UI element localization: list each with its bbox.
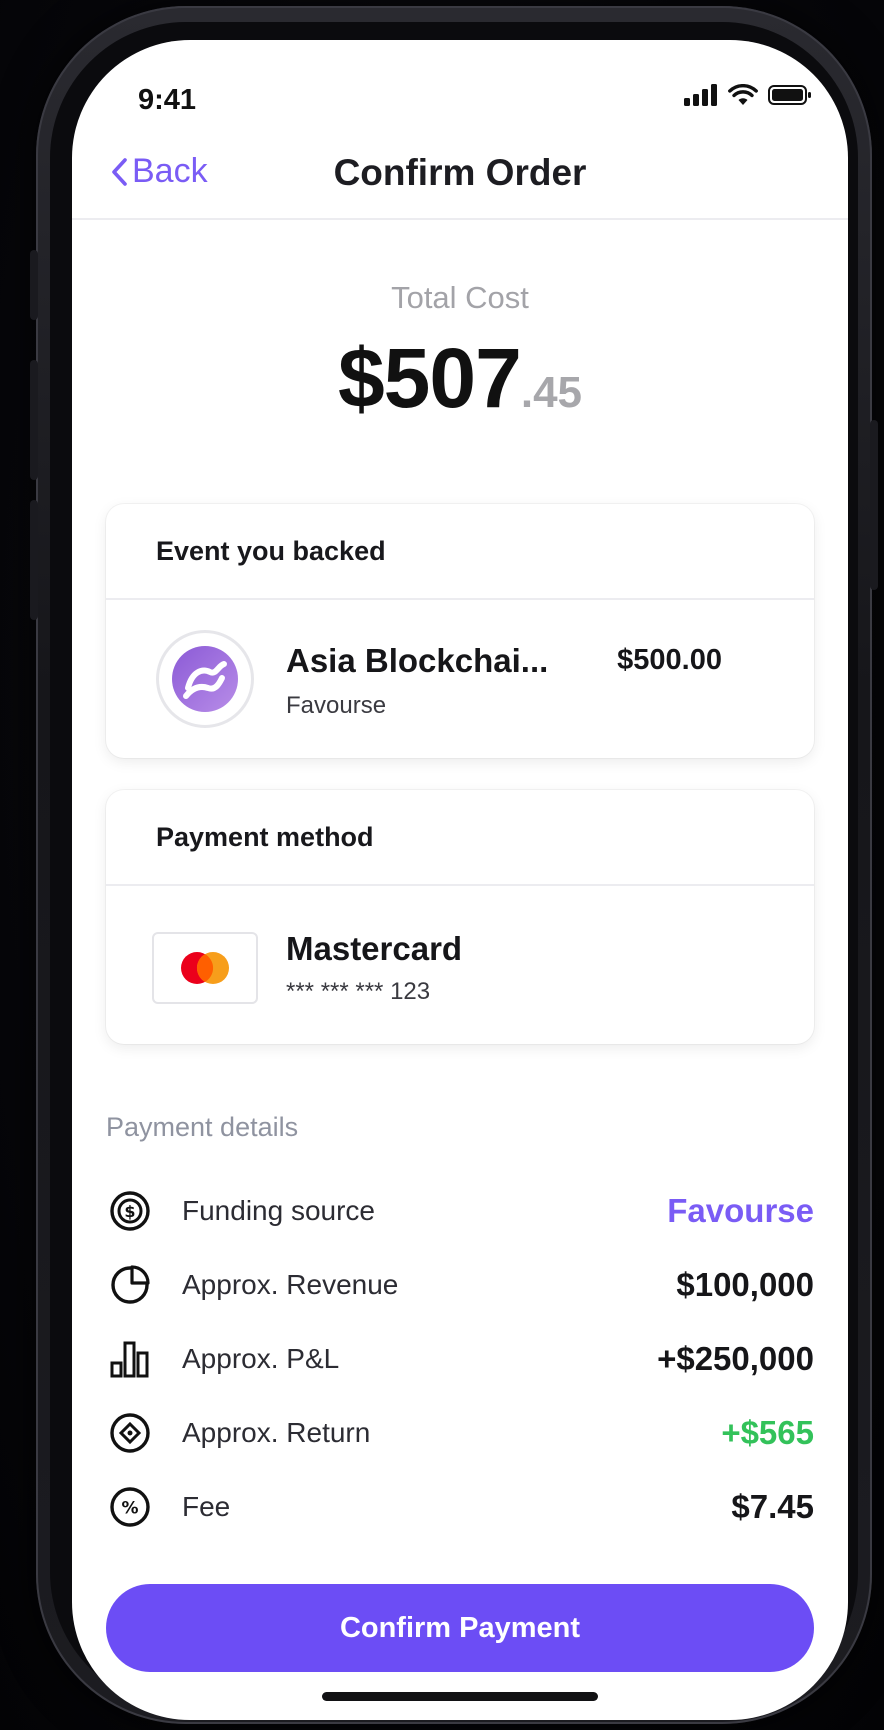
- total-cost-amount: $507.45: [72, 330, 848, 427]
- event-card-body[interactable]: Asia Blockchai... Favourse $500.00: [106, 600, 814, 758]
- svg-text:%: %: [121, 1499, 138, 1519]
- funding-source-value: Favourse: [667, 1192, 814, 1229]
- phone-side-button: [870, 420, 878, 590]
- back-button[interactable]: Back: [108, 152, 208, 191]
- total-amount-main: $507: [337, 331, 522, 425]
- approx-revenue-label: Approx. Revenue: [182, 1269, 399, 1300]
- wifi-icon: [728, 84, 758, 105]
- payment-details-label: Payment details: [106, 1112, 299, 1142]
- approx-return-label: Approx. Return: [182, 1417, 371, 1448]
- payment-method-body[interactable]: Mastercard *** *** *** 123: [106, 886, 814, 1044]
- approx-revenue-value: $100,000: [676, 1266, 814, 1303]
- back-label: Back: [132, 152, 208, 190]
- phone-side-button: [30, 250, 38, 320]
- phone-screen: 9:41 Confirm Order Back Total Cost $507.…: [72, 40, 848, 1720]
- detail-row-funding-source: $ Funding source Favourse: [106, 1186, 814, 1236]
- fee-label: Fee: [182, 1491, 231, 1522]
- detail-row-fee: % Fee $7.45: [106, 1482, 814, 1532]
- payment-method-header: Payment method: [106, 790, 814, 886]
- bar-chart-icon: [106, 1335, 154, 1383]
- event-card: Event you backed Asia Blockchai... Favou…: [106, 504, 814, 758]
- target-icon: [106, 1409, 154, 1457]
- total-amount-cents: .45: [520, 368, 583, 417]
- battery-icon: [768, 85, 811, 105]
- signal-icon: [684, 84, 717, 106]
- chevron-left-icon: [112, 157, 127, 186]
- dollar-circle-icon: $: [106, 1187, 154, 1235]
- nav-divider: [72, 218, 848, 220]
- event-card-header: Event you backed: [106, 504, 814, 600]
- approx-pnl-label: Approx. P&L: [182, 1343, 340, 1374]
- favourse-logo-icon: [156, 630, 254, 728]
- scene-background: 9:41 Confirm Order Back Total Cost $507.…: [0, 0, 884, 1730]
- detail-row-approx-pnl: Approx. P&L +$250,000: [106, 1334, 814, 1384]
- event-subtitle: Favourse: [286, 692, 387, 719]
- percent-circle-icon: %: [106, 1483, 154, 1531]
- pie-chart-icon: [106, 1261, 154, 1309]
- event-name: Asia Blockchai...: [286, 642, 549, 679]
- funding-source-label: Funding source: [182, 1195, 376, 1226]
- card-number-masked: *** *** *** 123: [286, 978, 431, 1005]
- status-icons: [684, 84, 812, 106]
- detail-row-approx-return: Approx. Return +$565: [106, 1408, 814, 1458]
- phone-side-button: [30, 500, 38, 620]
- svg-text:$: $: [124, 1202, 135, 1221]
- approx-pnl-value: +$250,000: [657, 1340, 814, 1377]
- mastercard-logo-icon: [152, 932, 258, 1004]
- phone-side-button: [30, 360, 38, 480]
- approx-return-value: +$565: [721, 1414, 814, 1451]
- home-indicator[interactable]: [322, 1692, 598, 1701]
- event-amount: $500.00: [617, 644, 722, 676]
- payment-method-name: Mastercard: [286, 930, 463, 967]
- detail-row-approx-revenue: Approx. Revenue $100,000: [106, 1260, 814, 1310]
- status-time: 9:41: [138, 84, 197, 116]
- total-cost-label: Total Cost: [391, 280, 529, 315]
- fee-value: $7.45: [731, 1488, 814, 1525]
- payment-method-card: Payment method Mastercard *** *** *** 12…: [106, 790, 814, 1044]
- confirm-payment-button[interactable]: Confirm Payment: [106, 1584, 814, 1672]
